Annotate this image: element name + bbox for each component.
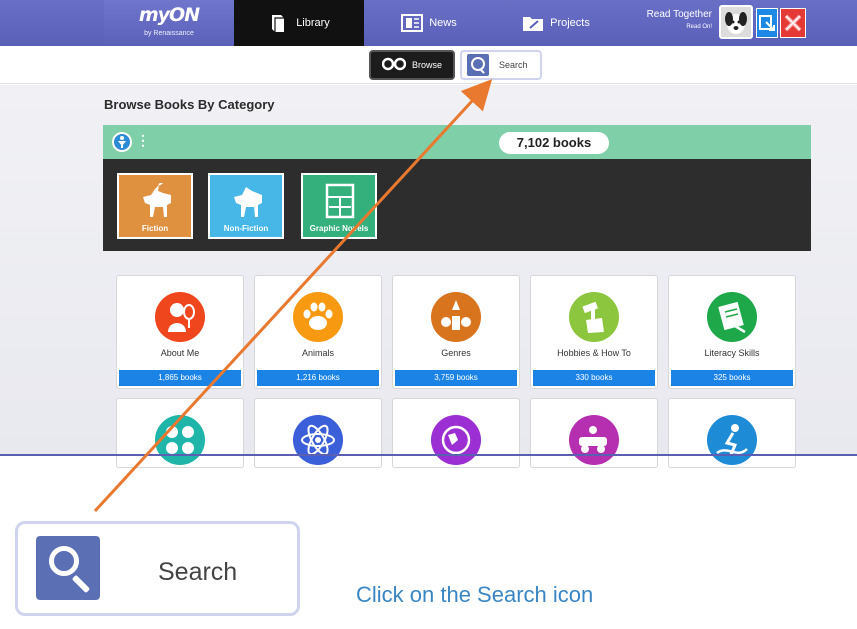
instruction-text: Click on the Search icon	[356, 582, 594, 607]
zoomed-search-button[interactable]: Search	[15, 521, 300, 616]
search-book-icon	[36, 536, 100, 600]
zoomed-search-label: Search	[158, 558, 238, 586]
